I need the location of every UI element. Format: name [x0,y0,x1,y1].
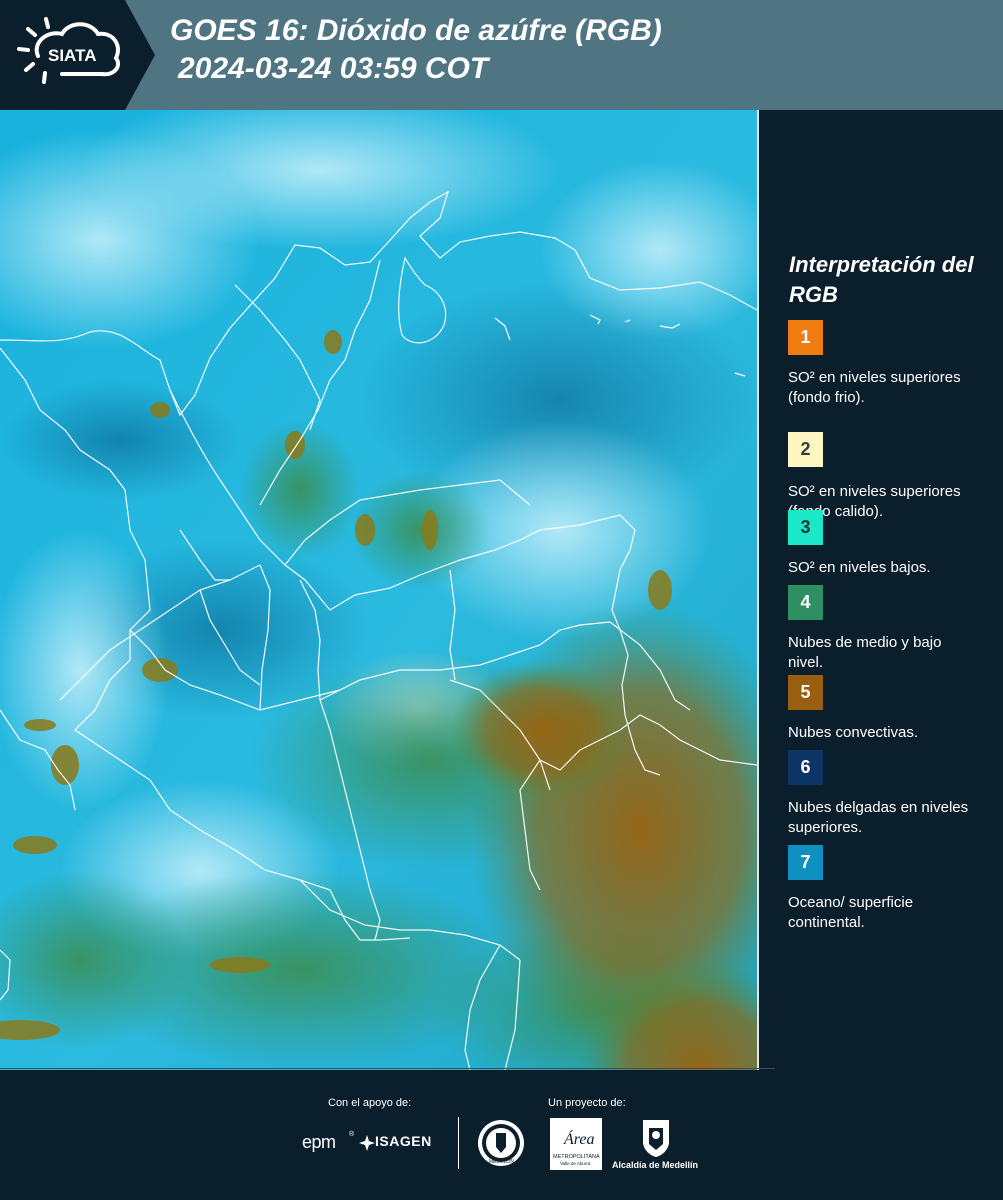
legend-label-3: SO² en niveles bajos. [788,559,931,576]
support-label: Con el apoyo de: [328,1097,412,1109]
svg-text:Valle de Aburrá: Valle de Aburrá [560,1161,591,1166]
siata-logo: SIATA [0,0,155,110]
epm-logo: epm [302,1132,336,1152]
alcaldia-shield-icon [641,1118,671,1158]
footer-divider [0,1068,775,1069]
legend-swatch-2: 2 [788,432,823,467]
satellite-map [0,110,757,1070]
footer-logo-divider [458,1117,459,1169]
alcaldia-label: Alcaldía de Medellín [612,1160,699,1170]
area-metropolitana-logo: Área METROPOLITANA Valle de Aburrá [550,1118,602,1170]
project-label: Un proyecto de: [548,1097,626,1109]
legend-panel: Interpretación del RGB 1 SO² en niveles s… [759,110,1003,1070]
image-timestamp: 2024-03-24 03:59 COT [178,52,489,85]
svg-text:Área: Área [563,1129,595,1148]
legend-label-1: SO² en niveles superiores (fondo frio). [788,369,961,406]
isagen-logo: ISAGEN [375,1133,432,1149]
isagen-icon [357,1133,377,1153]
svg-text:METROPOLITANA: METROPOLITANA [553,1154,600,1160]
legend-label-5: Nubes convectivas. [788,724,919,741]
legend-swatch-6: 6 [788,750,823,785]
legend-title: Interpretación del RGB [789,252,974,307]
legend-swatch-5: 5 [788,675,823,710]
legend-label-7: Oceano/ superficie continental. [788,894,914,931]
header-bar: SIATA GOES 16: Dióxido de azúfre (RGB) 2… [0,0,1003,110]
svg-text:MEDELLÍN: MEDELLÍN [489,1158,514,1165]
medellin-seal-logo: MEDELLÍN [476,1117,526,1169]
legend-swatch-4: 4 [788,585,823,620]
legend-label-4: Nubes de medio y bajo nivel. [788,634,942,671]
legend-label-6: Nubes delgadas en niveles superiores. [788,799,969,836]
legend-swatch-1: 1 [788,320,823,355]
page-title: GOES 16: Dióxido de azúfre (RGB) [170,14,662,47]
legend-swatch-3: 3 [788,510,823,545]
legend-swatch-7: 7 [788,845,823,880]
siata-logo-text: SIATA [48,46,96,65]
